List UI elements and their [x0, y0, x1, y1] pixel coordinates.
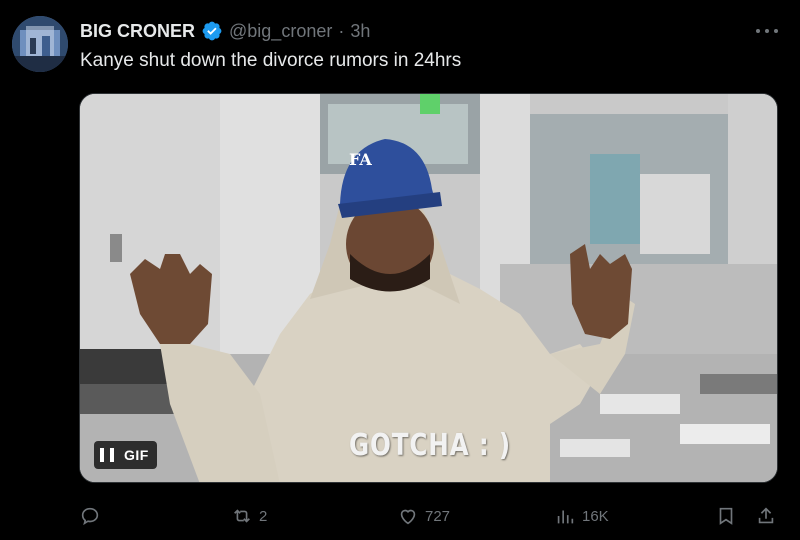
- pause-icon[interactable]: [100, 448, 114, 462]
- bookmark-icon: [719, 507, 733, 525]
- retweet-button[interactable]: 2: [231, 500, 267, 532]
- retweet-count: 2: [259, 507, 268, 525]
- gif-caption: GOTCHA : ): [349, 428, 511, 463]
- like-icon: [400, 509, 416, 525]
- more-icon[interactable]: [756, 22, 778, 40]
- share-icon: [758, 507, 774, 524]
- bookmark-button[interactable]: [715, 500, 737, 532]
- gif-media[interactable]: FA GIF GOTCHA : ): [79, 93, 778, 483]
- like-count: 727: [425, 507, 451, 525]
- avatar[interactable]: [12, 16, 68, 72]
- tweet-text: Kanye shut down the divorce rumors in 24…: [80, 50, 462, 71]
- separator-dot: ·: [338, 20, 345, 41]
- retweet-icon: [234, 509, 250, 523]
- views-icon: [557, 510, 574, 524]
- gif-frame: [80, 94, 777, 482]
- user-handle[interactable]: @big_croner: [229, 21, 332, 42]
- display-name[interactable]: BIG CRONER: [80, 21, 195, 42]
- like-button[interactable]: 727: [397, 500, 450, 532]
- views-button[interactable]: 16K: [554, 500, 609, 532]
- reply-button[interactable]: [79, 500, 107, 532]
- views-count: 16K: [582, 507, 609, 525]
- verified-badge-icon: [202, 21, 222, 41]
- action-bar: 2 727 16K: [79, 500, 789, 532]
- reply-icon: [81, 507, 99, 526]
- timestamp[interactable]: 3h: [350, 21, 370, 42]
- share-button[interactable]: [755, 500, 777, 532]
- tweet-header: BIG CRONER @big_croner · 3h: [80, 19, 370, 43]
- gif-label: GIF: [124, 447, 149, 463]
- gif-badge[interactable]: GIF: [94, 441, 157, 469]
- cap-logo: FA: [349, 150, 372, 169]
